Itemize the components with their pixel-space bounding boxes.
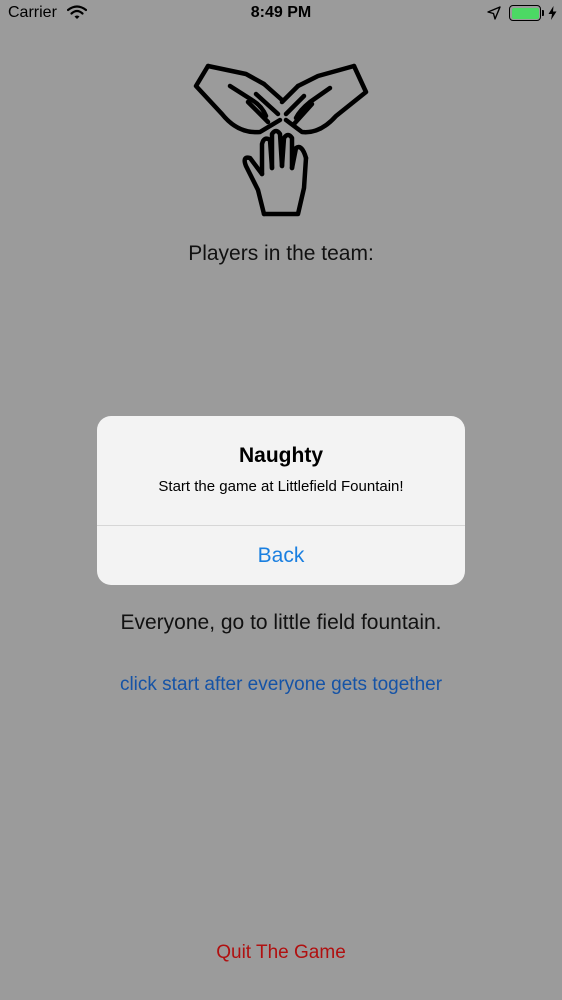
- location-arrow-icon: [487, 6, 501, 25]
- players-label: Players in the team:: [188, 242, 374, 265]
- battery-icon: [509, 5, 541, 21]
- battery-cap: [542, 10, 544, 16]
- start-link[interactable]: click start after everyone gets together: [0, 674, 562, 696]
- status-bar: Carrier 8:49 PM: [0, 0, 562, 28]
- alert-message: Start the game at Littlefield Fountain!: [158, 478, 404, 495]
- quit-game-button[interactable]: Quit The Game: [0, 942, 562, 964]
- team-hands-icon: [190, 62, 372, 223]
- status-time: 8:49 PM: [250, 4, 312, 21]
- battery-level: [511, 7, 539, 19]
- charging-bolt-icon: [548, 6, 557, 25]
- alert-dialog: Naughty Start the game at Littlefield Fo…: [97, 416, 465, 585]
- meeting-instruction: Everyone, go to little field fountain.: [120, 611, 442, 634]
- alert-title: Naughty: [239, 444, 323, 467]
- back-button[interactable]: Back: [97, 526, 465, 585]
